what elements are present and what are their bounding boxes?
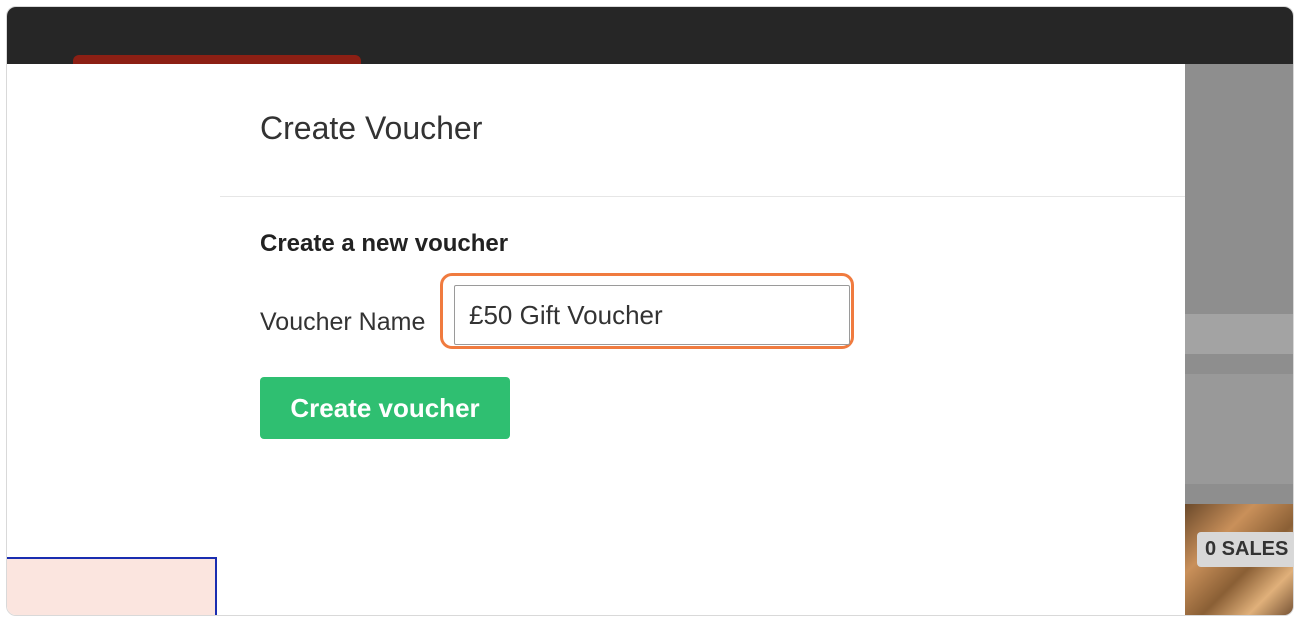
create-voucher-modal: Create Voucher Create a new voucher Vouc… [220, 64, 1185, 615]
section-heading: Create a new voucher [260, 230, 509, 257]
sales-badge: 0 SALES [1197, 532, 1293, 567]
app-window: 0 SALES Create Voucher Create a new vouc… [6, 6, 1294, 616]
dimmed-page-background: 0 SALES [1185, 64, 1293, 615]
left-sidebar-background [7, 64, 221, 615]
voucher-name-input[interactable] [454, 285, 850, 345]
voucher-name-label: Voucher Name [260, 308, 426, 336]
background-row [1185, 374, 1293, 484]
create-voucher-button[interactable]: Create voucher [260, 377, 510, 439]
top-navigation-bar [7, 7, 1293, 69]
modal-divider [220, 196, 1185, 197]
background-card [7, 557, 217, 615]
modal-title: Create Voucher [260, 110, 483, 146]
background-row [1185, 314, 1293, 354]
